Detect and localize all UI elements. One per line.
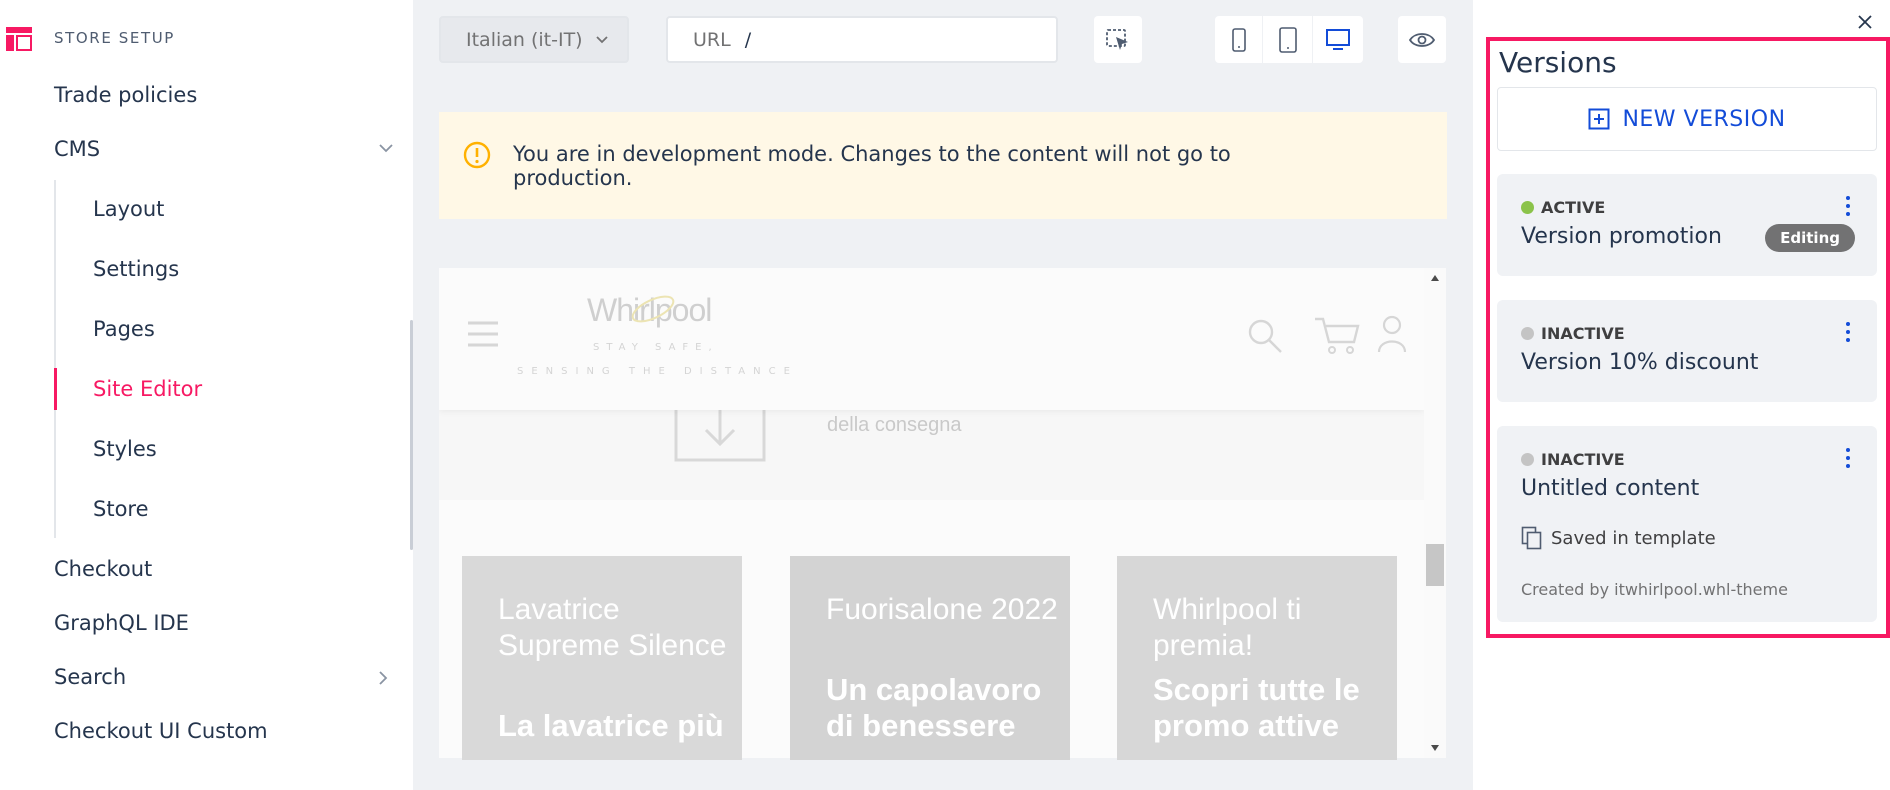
status-dot xyxy=(1521,201,1534,214)
status-dot xyxy=(1521,327,1534,340)
dev-mode-alert: You are in development mode. Changes to … xyxy=(439,112,1447,219)
status-label: INACTIVE xyxy=(1541,450,1625,469)
active-indicator xyxy=(54,368,57,410)
version-card[interactable]: ACTIVE Version promotion Editing xyxy=(1497,174,1877,276)
tablet-view-button[interactable] xyxy=(1263,16,1313,63)
created-by: Created by itwhirlpool.whl-theme xyxy=(1521,580,1788,599)
brand-tagline-2: SENSING THE DISTANCE xyxy=(517,366,798,377)
version-name: Untitled content xyxy=(1521,476,1700,501)
store-setup-icon xyxy=(6,27,32,51)
logo-swoosh xyxy=(631,295,675,323)
version-card[interactable]: INACTIVE Version 10% discount xyxy=(1497,300,1877,402)
url-label: URL xyxy=(693,28,731,51)
sidebar-section-title: STORE SETUP xyxy=(54,29,175,47)
version-card[interactable]: INACTIVE Untitled content Saved in templ… xyxy=(1497,426,1877,622)
sidebar-item-settings[interactable]: Settings xyxy=(93,254,179,284)
saved-in-template: Saved in template xyxy=(1521,526,1716,550)
promo-card[interactable]: Fuorisalone 2022 Un capolavoro di beness… xyxy=(790,556,1070,760)
preview-button[interactable] xyxy=(1398,16,1446,63)
scrollbar-thumb[interactable] xyxy=(1426,544,1444,586)
version-status: ACTIVE xyxy=(1521,198,1605,217)
sidebar-item-layout[interactable]: Layout xyxy=(93,194,164,224)
sidebar: STORE SETUP Trade policies CMS Layout Se… xyxy=(0,0,412,790)
version-status: INACTIVE xyxy=(1521,450,1625,469)
copy-icon xyxy=(1521,526,1542,550)
close-icon[interactable] xyxy=(1857,14,1873,30)
sidebar-item-styles[interactable]: Styles xyxy=(93,434,157,464)
add-square-icon xyxy=(1588,108,1610,130)
promo-card-title: Fuorisalone 2022 xyxy=(826,593,1058,626)
more-options-icon[interactable] xyxy=(1845,448,1851,470)
scroll-down-icon[interactable] xyxy=(1430,744,1440,752)
sidebar-item-cms[interactable]: CMS xyxy=(54,134,100,164)
sidebar-item-checkout[interactable]: Checkout xyxy=(54,554,152,584)
scroll-up-icon[interactable] xyxy=(1430,274,1440,282)
warning-icon xyxy=(463,141,491,169)
eye-icon xyxy=(1409,32,1435,47)
url-field[interactable]: URL / xyxy=(666,16,1058,63)
versions-title: Versions xyxy=(1499,46,1617,79)
search-icon[interactable] xyxy=(1247,318,1283,354)
status-dot xyxy=(1521,453,1534,466)
sidebar-item-search[interactable]: Search xyxy=(54,662,126,692)
sidebar-item-checkout-ui-custom[interactable]: Checkout UI Custom xyxy=(54,716,268,746)
tablet-icon xyxy=(1278,26,1297,53)
alert-text: You are in development mode. Changes to … xyxy=(513,142,1231,190)
promo-card-subtitle: Un capolavoro di benessere xyxy=(826,672,1042,743)
promo-card[interactable]: Lavatrice Supreme Silence La lavatrice p… xyxy=(462,556,742,760)
chevron-down-icon xyxy=(595,35,608,43)
status-label: INACTIVE xyxy=(1541,324,1625,343)
brand-tagline-1: STAY SAFE, xyxy=(593,342,719,353)
mobile-icon xyxy=(1231,27,1246,52)
promo-card-title: Lavatrice Supreme Silence xyxy=(498,593,727,662)
promo-card[interactable]: Whirlpool ti premia! Scopri tutte le pro… xyxy=(1117,556,1397,760)
delivery-text: della consegna xyxy=(827,414,962,436)
sidebar-item-pages[interactable]: Pages xyxy=(93,314,155,344)
locale-value: Italian (it-IT) xyxy=(466,28,583,51)
sidebar-item-store[interactable]: Store xyxy=(93,494,149,524)
preview-header: Whirlpool STAY SAFE, SENSING THE DISTANC… xyxy=(439,268,1424,410)
sidebar-item-graphql-ide[interactable]: GraphQL IDE xyxy=(54,608,189,638)
new-version-button[interactable]: NEW VERSION xyxy=(1497,87,1877,151)
status-label: ACTIVE xyxy=(1541,198,1606,217)
promo-card-subtitle: La lavatrice più xyxy=(498,708,724,743)
submenu-line xyxy=(54,180,56,538)
preview-scrollbar[interactable] xyxy=(1424,268,1446,758)
mobile-view-button[interactable] xyxy=(1215,16,1263,63)
select-element-button[interactable] xyxy=(1094,16,1142,63)
saved-label: Saved in template xyxy=(1551,527,1716,549)
cart-icon[interactable] xyxy=(1314,316,1360,356)
chevron-down-icon[interactable] xyxy=(377,139,395,157)
sidebar-item-site-editor[interactable]: Site Editor xyxy=(93,374,202,404)
desktop-view-button[interactable] xyxy=(1313,16,1363,63)
desktop-icon xyxy=(1326,28,1350,50)
url-input[interactable]: / xyxy=(745,29,751,51)
more-options-icon[interactable] xyxy=(1845,322,1851,344)
hamburger-menu-icon[interactable] xyxy=(467,320,499,348)
version-name: Version promotion xyxy=(1521,224,1722,249)
promo-card-title: Whirlpool ti premia! xyxy=(1153,593,1302,662)
chevron-right-icon[interactable] xyxy=(374,669,392,687)
user-icon[interactable] xyxy=(1377,314,1407,354)
sidebar-item-trade-policies[interactable]: Trade policies xyxy=(54,80,197,110)
new-version-label: NEW VERSION xyxy=(1622,106,1786,132)
device-switcher xyxy=(1215,16,1363,63)
version-name: Version 10% discount xyxy=(1521,350,1759,375)
promo-card-subtitle: Scopri tutte le promo attive xyxy=(1153,672,1360,743)
cursor-select-icon xyxy=(1106,28,1128,50)
more-options-icon[interactable] xyxy=(1845,196,1851,218)
locale-select[interactable]: Italian (it-IT) xyxy=(439,16,629,63)
editing-badge: Editing xyxy=(1765,224,1855,252)
sidebar-header: STORE SETUP xyxy=(0,20,175,56)
version-status: INACTIVE xyxy=(1521,324,1625,343)
